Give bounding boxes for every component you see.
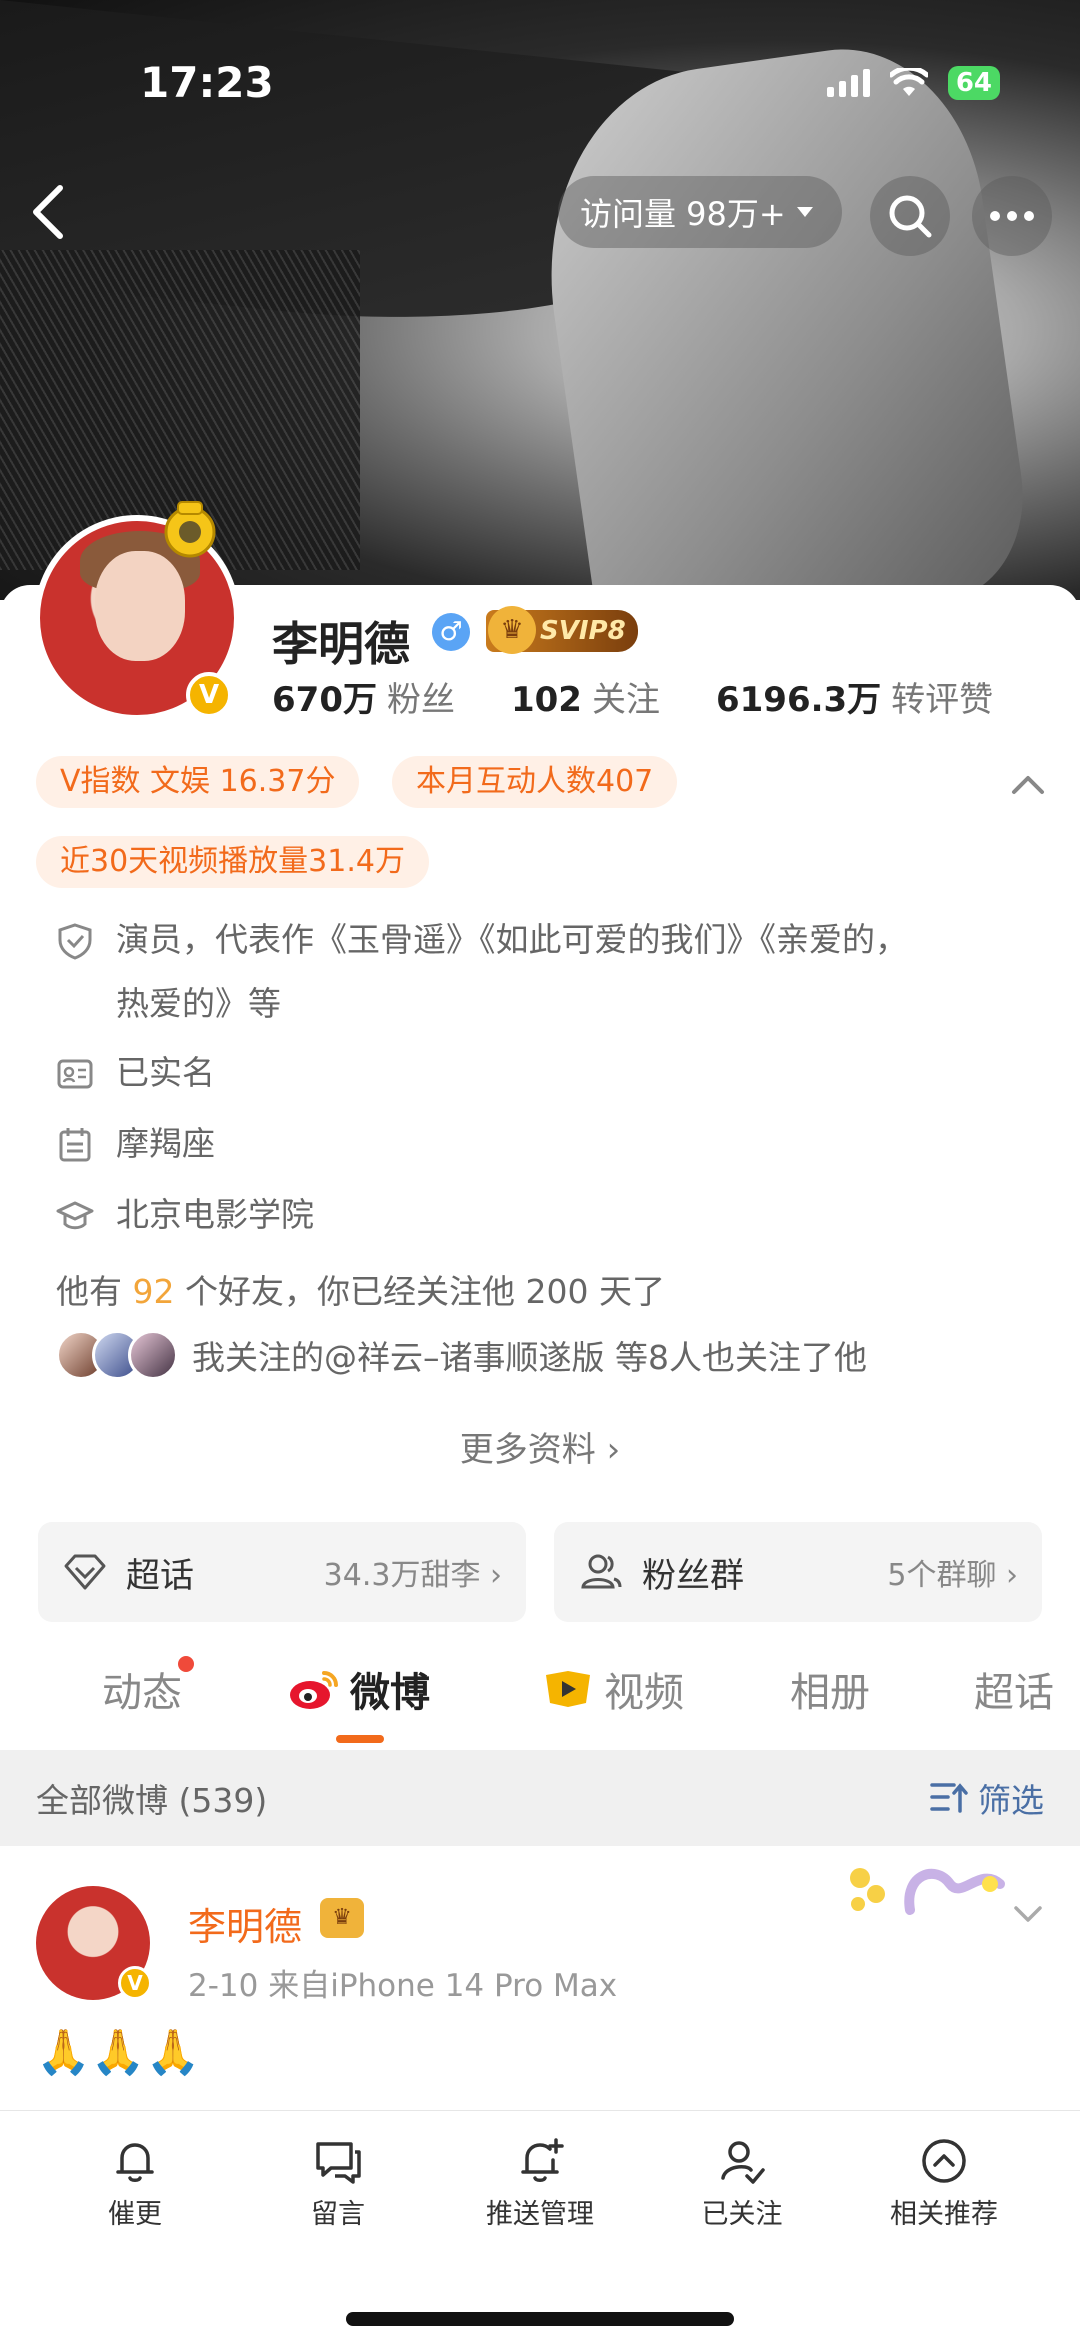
mutual-follow-row[interactable]: 我关注的@祥云–诸事顺遂版 等8人也关注了他 [56, 1330, 867, 1380]
friends-summary: 他有 92 个好友，你已经关注他 200 天了 [56, 1272, 665, 1311]
filter-bar: 全部微博 (539) 筛选 [0, 1750, 1080, 1846]
visit-count-button[interactable]: 访问量 98万+ [558, 176, 842, 248]
stat-followers[interactable]: 670万 粉丝 [272, 672, 455, 721]
plog-sticker-icon [850, 1868, 1005, 1915]
bio-text-line1: 演员，代表作《玉骨遥》《如此可爱的我们》《亲爱的， [116, 920, 908, 959]
weibo-logo-icon [290, 1671, 338, 1709]
tab-dynamics[interactable]: 动态 [102, 1656, 194, 1718]
friends-count[interactable]: 92 [133, 1272, 175, 1311]
filter-button[interactable]: 筛选 [930, 1774, 1044, 1822]
followed-button[interactable]: 已关注 [642, 2136, 842, 2231]
status-time: 17:23 [140, 58, 274, 107]
message-icon [316, 2142, 361, 2184]
tab-video[interactable]: 视频 [542, 1660, 684, 1718]
tab-weibo[interactable]: 微博 [288, 1660, 430, 1718]
profile-name: 李明德 [272, 617, 410, 671]
pendant-decoration-icon [164, 501, 216, 558]
tab-active-indicator [336, 1735, 384, 1743]
zodiac-text: 摩羯座 [116, 1124, 215, 1163]
mutual-follow-text: 我关注的@祥云–诸事顺遂版 等8人也关注了他 [192, 1338, 867, 1377]
tab-super-topic[interactable]: 超话 [974, 1660, 1054, 1718]
bell-icon [116, 2143, 154, 2182]
school-row: 北京电影学院 [56, 1195, 314, 1247]
bell-plus-icon [521, 2138, 564, 2182]
stat-engagement[interactable]: 6196.3万 转评赞 [716, 672, 993, 721]
school-text: 北京电影学院 [116, 1195, 314, 1234]
search-icon [889, 195, 932, 238]
visit-count-label: 访问量 98万+ [580, 195, 786, 233]
profile-tabs: 动态 微博 视频 相册 超话 [0, 1656, 1080, 1740]
post-meta: 2-10 来自iPhone 14 Pro Max [188, 1968, 618, 2004]
super-topic-value: 34.3万甜李 › [323, 1558, 502, 1593]
svip-badge[interactable]: ♛ SVIP8 [486, 606, 638, 654]
shield-icon [58, 923, 92, 960]
recommend-button[interactable]: 相关推荐 [844, 2136, 1044, 2231]
battery-indicator: 64 [947, 66, 1000, 100]
bio-row: 演员，代表作《玉骨遥》《如此可爱的我们》《亲爱的， 热爱的》等 [56, 920, 908, 1036]
user-check-icon [721, 2141, 765, 2184]
real-name-row: 已实名 [56, 1053, 215, 1105]
fan-group-box[interactable]: 粉丝群 5个群聊 › [554, 1522, 1042, 1622]
tab-album[interactable]: 相册 [790, 1660, 870, 1718]
interaction-tag[interactable]: 本月互动人数407 [392, 756, 678, 808]
message-button[interactable]: 留言 [238, 2136, 438, 2231]
all-weibo-count: 全部微博 (539) [36, 1781, 268, 1820]
verified-badge: V [186, 672, 232, 718]
notification-dot [178, 1656, 194, 1672]
chevron-down-icon[interactable] [1010, 1896, 1046, 1932]
super-topic-title: 超话 [126, 1555, 194, 1596]
more-info-link[interactable]: 更多资料 › [0, 1422, 1080, 1471]
video-views-tag[interactable]: 近30天视频播放量31.4万 [36, 836, 429, 888]
filter-icon [930, 1783, 968, 1813]
back-arrow-icon[interactable] [28, 182, 68, 242]
more-button[interactable] [972, 176, 1052, 256]
post-body: 🙏🙏🙏 [36, 2027, 201, 2078]
more-icon [990, 211, 1034, 221]
search-button[interactable] [870, 176, 950, 256]
urge-update-button[interactable]: 催更 [35, 2136, 235, 2231]
super-topic-box[interactable]: 超话 34.3万甜李 › [38, 1522, 526, 1622]
wifi-icon [889, 68, 928, 96]
male-icon: ♂ [432, 613, 470, 651]
caret-down-icon [796, 207, 813, 217]
post-author-name[interactable]: 李明德 [188, 1896, 302, 1951]
diamond-icon [64, 1554, 106, 1590]
push-settings-button[interactable]: 推送管理 [440, 2136, 640, 2231]
status-icons: 64 [826, 66, 1000, 100]
svip-label: SVIP8 [540, 616, 626, 646]
bio-text-line2: 热爱的》等 [116, 984, 281, 1023]
graduation-cap-icon [56, 1201, 94, 1230]
signal-icon [826, 69, 870, 97]
post-verified-badge: V [118, 1966, 152, 2000]
stat-following[interactable]: 102 关注 [511, 672, 660, 721]
id-card-icon [57, 1059, 93, 1089]
real-name-text: 已实名 [116, 1053, 215, 1092]
zodiac-row: 摩羯座 [56, 1124, 215, 1176]
v-index-tag[interactable]: V指数 文娱 16.37分 [36, 756, 360, 808]
video-icon [546, 1671, 590, 1707]
mutual-avatars [56, 1330, 178, 1380]
crown-icon: ♛ [488, 606, 536, 654]
chevron-circle-up-icon [922, 2139, 966, 2183]
calendar-icon [59, 1128, 91, 1162]
home-indicator[interactable] [346, 2312, 734, 2326]
fan-group-title: 粉丝群 [642, 1555, 744, 1596]
filter-label: 筛选 [978, 1781, 1044, 1820]
crown-icon: ♛ [320, 1898, 364, 1938]
chevron-up-icon[interactable] [1008, 764, 1048, 804]
fan-group-value: 5个群聊 › [887, 1558, 1018, 1593]
group-icon [581, 1554, 622, 1589]
profile-stats: 670万 粉丝 102 关注 6196.3万 转评赞 [272, 672, 1049, 721]
